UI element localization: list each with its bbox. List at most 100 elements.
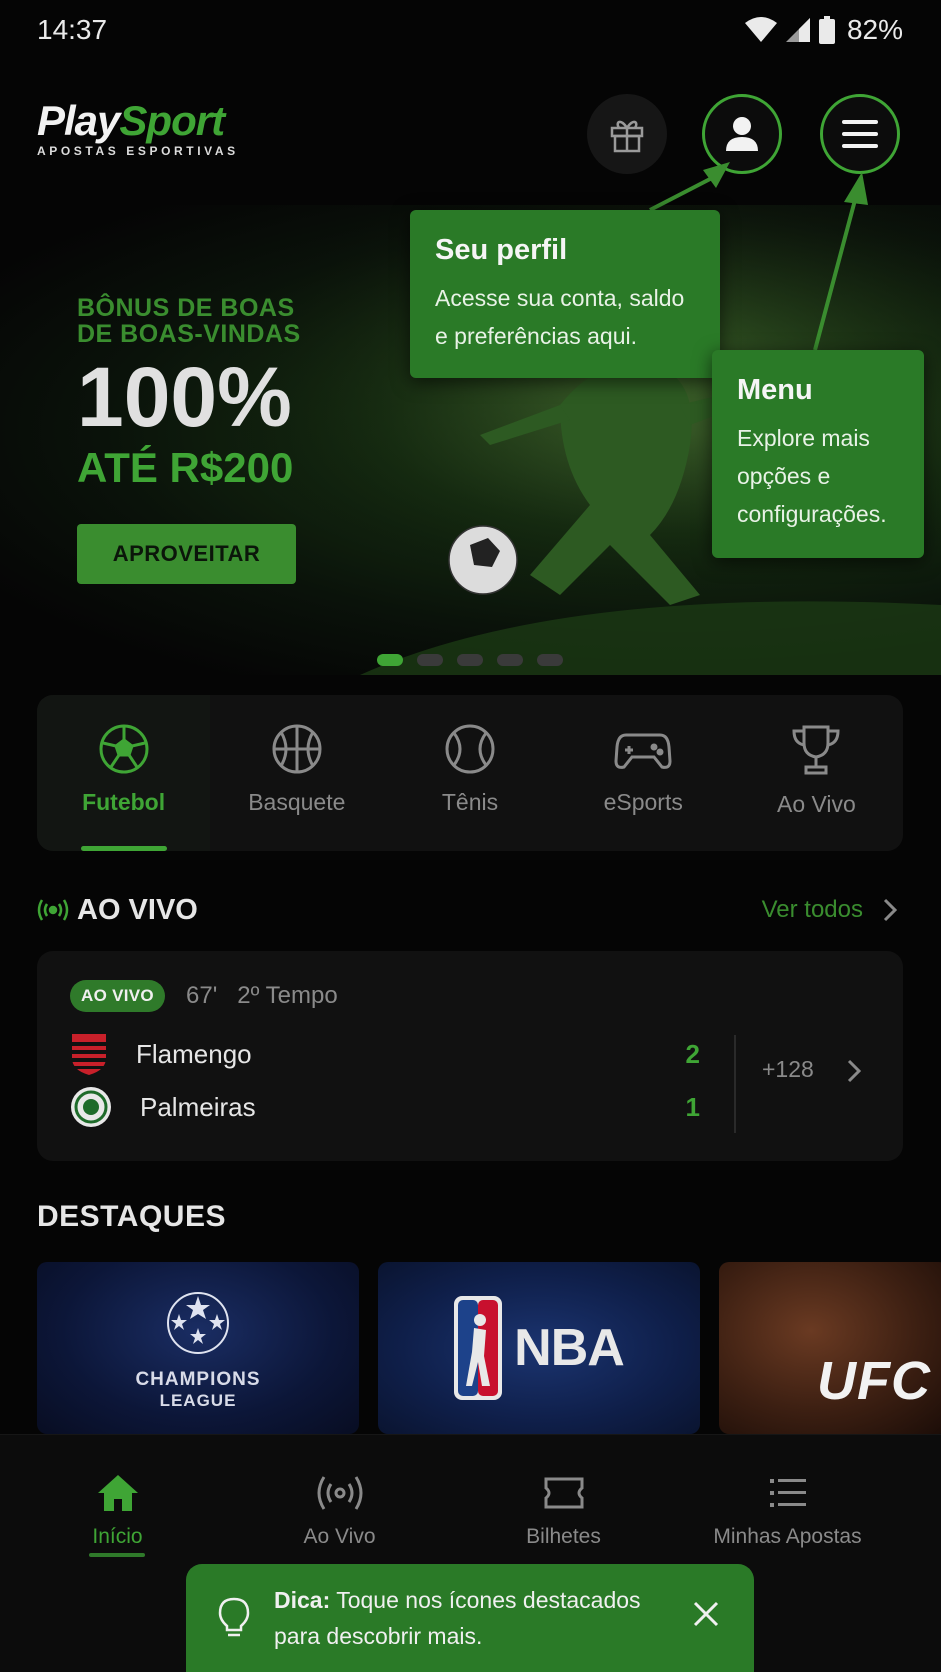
menu-button[interactable]	[820, 94, 900, 174]
sports-tabs: Futebol Basquete Tênis eSports Ao Vivo	[37, 695, 903, 851]
tip-prefix: Dica:	[274, 1587, 331, 1613]
champions-league-logo: CHAMPIONS LEAGUE	[135, 1286, 260, 1411]
tab-esports[interactable]: eSports	[557, 695, 730, 851]
battery-icon	[818, 16, 835, 44]
tab-basquete-label: Basquete	[248, 789, 346, 815]
trophy-icon	[792, 725, 840, 775]
match-period: 2º Tempo	[237, 982, 338, 1009]
playsport-logo[interactable]: PlaySport APOSTAS ESPORTIVAS	[37, 97, 239, 159]
active-tab-indicator	[80, 846, 167, 851]
destaques-carousel: CHAMPIONS LEAGUE NBA UFC	[37, 1262, 941, 1434]
live-match-card[interactable]: AO VIVO 67' 2º Tempo Flamengo 2 Palmeira…	[37, 951, 903, 1161]
hamburger-icon	[842, 120, 878, 148]
bonus-limit: ATÉ R$200	[77, 444, 294, 491]
nav-ao-vivo[interactable]: Ao Vivo	[222, 1473, 457, 1549]
user-icon	[726, 117, 758, 151]
profile-tooltip-title: Seu perfil	[435, 234, 568, 266]
nav-minhas-apostas[interactable]: Minhas Apostas	[670, 1473, 905, 1549]
tip-banner: Dica: Toque nos ícones destacados para d…	[186, 1564, 754, 1672]
tab-esports-label: eSports	[603, 789, 683, 815]
nav-inicio-label: Início	[92, 1525, 143, 1548]
live-section-header: AO VIVO Ver todos	[37, 890, 903, 930]
card-ufc[interactable]: UFC	[719, 1262, 941, 1434]
carousel-dots	[377, 654, 563, 666]
bonus-percent: 100%	[77, 350, 292, 444]
carousel-dot-4[interactable]	[497, 654, 523, 666]
tab-futebol-label: Futebol	[82, 789, 166, 815]
tab-ao-vivo[interactable]: Ao Vivo	[730, 695, 903, 851]
tab-tenis[interactable]: Tênis	[383, 695, 556, 851]
ufc-label: UFC	[817, 1351, 931, 1411]
nav-bilhetes-label: Bilhetes	[526, 1525, 601, 1548]
gift-button[interactable]	[587, 94, 667, 174]
gamepad-icon	[614, 733, 672, 769]
live-badge: AO VIVO	[70, 980, 165, 1012]
carousel-dot-1[interactable]	[377, 654, 403, 666]
menu-tooltip-text: Explore mais opções e configurações.	[737, 425, 887, 527]
home-team-row: Flamengo 2	[70, 1032, 700, 1076]
lightbulb-icon	[218, 1597, 250, 1637]
tab-basquete[interactable]: Basquete	[210, 695, 383, 851]
star-ball-icon	[167, 1291, 229, 1354]
nba-logo-icon	[454, 1296, 503, 1400]
logo-tagline: APOSTAS ESPORTIVAS	[37, 144, 239, 158]
status-bar: 14:37 82%	[0, 0, 941, 64]
ticket-icon	[544, 1477, 583, 1509]
status-time: 14:37	[37, 14, 108, 45]
chevron-right-icon[interactable]	[883, 898, 897, 922]
menu-tooltip: Menu Explore mais opções e configurações…	[712, 350, 924, 558]
away-team-row: Palmeiras 1	[70, 1085, 700, 1129]
flamengo-crest-icon	[72, 1034, 106, 1075]
menu-tooltip-title: Menu	[737, 374, 813, 406]
profile-button[interactable]	[702, 94, 782, 174]
nav-minhas-apostas-label: Minhas Apostas	[713, 1525, 862, 1548]
destaques-title: DESTAQUES	[37, 1200, 226, 1233]
profile-tooltip-text: Acesse sua conta, saldo e preferências a…	[435, 285, 685, 349]
bonus-text-block: BÔNUS DE BOAS DE BOAS-VINDAS 100% ATÉ R$…	[77, 295, 301, 491]
close-icon[interactable]	[692, 1600, 720, 1628]
battery-percentage: 82%	[846, 14, 903, 45]
nav-ao-vivo-label: Ao Vivo	[303, 1525, 376, 1548]
tip-text: Dica: Toque nos ícones destacados para d…	[274, 1582, 674, 1654]
list-icon	[769, 1479, 806, 1507]
soccer-ball-icon	[99, 724, 149, 774]
carousel-dot-2[interactable]	[417, 654, 443, 666]
broadcast-icon	[317, 1476, 362, 1510]
see-all-link[interactable]: Ver todos	[762, 896, 863, 924]
match-divider	[734, 1035, 736, 1133]
away-team-name: Palmeiras	[140, 1091, 256, 1122]
tab-tenis-label: Tênis	[441, 789, 499, 815]
away-team-score: 1	[685, 1091, 700, 1122]
gift-icon	[610, 120, 644, 153]
app-header: PlaySport APOSTAS ESPORTIVAS	[0, 80, 941, 190]
status-icons: 82%	[744, 14, 903, 46]
bonus-line-1: BÔNUS DE BOAS	[77, 294, 295, 322]
palmeiras-crest-icon	[71, 1087, 111, 1127]
wifi-icon	[744, 17, 777, 42]
nav-inicio[interactable]: Início	[0, 1473, 235, 1549]
nav-bilhetes[interactable]: Bilhetes	[446, 1473, 681, 1549]
tab-ao-vivo-label: Ao Vivo	[776, 791, 856, 817]
broadcast-icon	[37, 899, 69, 921]
carousel-dot-5[interactable]	[537, 654, 563, 666]
tennis-ball-icon	[445, 724, 495, 774]
card-champions-league[interactable]: CHAMPIONS LEAGUE	[37, 1262, 359, 1434]
aproveitar-button[interactable]: APROVEITAR	[77, 524, 296, 584]
bonus-line-2: DE BOAS-VINDAS	[77, 320, 301, 348]
chevron-right-icon[interactable]	[847, 1059, 861, 1083]
cell-signal-icon	[785, 18, 810, 42]
champions-line-1: CHAMPIONS	[135, 1368, 261, 1390]
more-markets-count[interactable]: +128	[762, 1056, 814, 1083]
live-section-title: AO VIVO	[77, 893, 198, 926]
nav-active-indicator	[89, 1553, 145, 1557]
logo-text-play: Play	[37, 97, 120, 144]
profile-tooltip: Seu perfil Acesse sua conta, saldo e pre…	[410, 210, 720, 378]
home-icon	[97, 1475, 138, 1511]
match-minute: 67'	[186, 982, 218, 1009]
carousel-dot-3[interactable]	[457, 654, 483, 666]
home-team-name: Flamengo	[136, 1038, 252, 1069]
champions-line-2: LEAGUE	[159, 1390, 237, 1410]
tab-futebol[interactable]: Futebol	[37, 695, 211, 851]
card-nba[interactable]: NBA	[378, 1262, 700, 1434]
nba-label: NBA	[514, 1319, 625, 1377]
